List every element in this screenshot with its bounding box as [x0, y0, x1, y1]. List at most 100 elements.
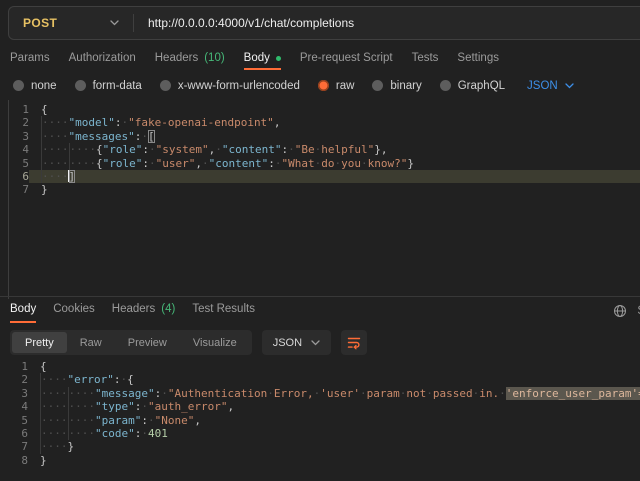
- radio-icon: [13, 80, 24, 91]
- response-tab-cookies-label: Cookies: [53, 303, 95, 315]
- request-tabs: Params Authorization Headers (10) Body Pre-re…: [10, 48, 499, 70]
- radio-icon: [440, 80, 451, 91]
- postman-dark-window: { "request": { "method": "POST", "url": …: [0, 0, 640, 477]
- body-mode-form-data[interactable]: form-data: [75, 80, 142, 92]
- code-line: 2····"model":·"fake-openai-endpoint",: [9, 116, 640, 129]
- divider: [133, 14, 134, 32]
- request-language-label: JSON: [527, 80, 558, 92]
- response-view-raw[interactable]: Raw: [67, 332, 115, 353]
- line-number: 5: [9, 157, 29, 170]
- code-line: 4········{"role":·"system",·"content":·"…: [9, 143, 640, 156]
- body-mode-binary[interactable]: binary: [372, 80, 421, 92]
- line-number: 2: [8, 373, 28, 386]
- chevron-down-icon: [565, 83, 574, 89]
- request-tab-params-label: Params: [10, 52, 50, 64]
- line-number: 7: [9, 183, 29, 196]
- code-line: 1{: [8, 360, 640, 373]
- response-tab-test-results-label: Test Results: [192, 303, 255, 315]
- globe-icon: [613, 304, 627, 318]
- response-tabs-right: S: [611, 302, 640, 320]
- radio-icon: [160, 80, 171, 91]
- response-tab-test-results[interactable]: Test Results: [192, 297, 255, 323]
- body-mode-raw[interactable]: raw: [318, 80, 355, 92]
- response-view-visualize[interactable]: Visualize: [180, 332, 250, 353]
- request-tab-pre-request-script-label: Pre-request Script: [300, 52, 393, 64]
- body-mode-label: GraphQL: [458, 80, 505, 92]
- line-number: 3: [9, 130, 29, 143]
- response-view-preview[interactable]: Preview: [115, 332, 180, 353]
- body-mode-label: x-www-form-urlencoded: [178, 80, 300, 92]
- wrap-lines-button[interactable]: [341, 330, 367, 355]
- response-language-dropdown[interactable]: JSON: [262, 330, 331, 355]
- tab-count: (10): [204, 52, 224, 64]
- line-number: 7: [8, 440, 28, 453]
- line-number: 4: [8, 400, 28, 413]
- code-line: 3····"messages":·[: [9, 130, 640, 143]
- url-input[interactable]: http://0.0.0.0:4000/v1/chat/completions: [148, 16, 354, 30]
- response-view-pretty[interactable]: Pretty: [12, 332, 67, 353]
- request-tab-authorization-label: Authorization: [69, 52, 136, 64]
- request-tab-tests-label: Tests: [412, 52, 439, 64]
- request-body-editor[interactable]: 1{2····"model":·"fake-openai-endpoint",3…: [8, 100, 640, 299]
- request-tab-tests[interactable]: Tests: [412, 48, 439, 70]
- request-tab-settings[interactable]: Settings: [457, 48, 499, 70]
- tab-count: (4): [161, 303, 175, 315]
- line-number: 5: [8, 414, 28, 427]
- response-tab-body-label: Body: [10, 303, 36, 315]
- line-number: 1: [9, 103, 29, 116]
- response-language-label: JSON: [273, 337, 302, 349]
- line-number: 4: [9, 143, 29, 156]
- response-toolbar: PrettyRawPreviewVisualize JSON: [10, 330, 367, 355]
- body-mode-x-www-form-urlencoded[interactable]: x-www-form-urlencoded: [160, 80, 300, 92]
- request-tab-pre-request-script[interactable]: Pre-request Script: [300, 48, 393, 70]
- radio-icon: [75, 80, 86, 91]
- response-view-switch: PrettyRawPreviewVisualize: [10, 330, 252, 355]
- request-tab-body[interactable]: Body: [244, 48, 281, 70]
- body-mode-graphql[interactable]: GraphQL: [440, 80, 505, 92]
- body-mode-label: form-data: [93, 80, 142, 92]
- body-mode-label: raw: [336, 80, 355, 92]
- code-line: 7····}: [8, 440, 640, 453]
- method-dropdown[interactable]: POST: [9, 7, 133, 39]
- response-tab-headers[interactable]: Headers (4): [112, 297, 176, 323]
- code-line: 5········{"role":·"user",·"content":·"Wh…: [9, 157, 640, 170]
- line-number: 1: [8, 360, 28, 373]
- request-tab-body-label: Body: [244, 52, 270, 64]
- body-mode-none[interactable]: none: [13, 80, 57, 92]
- wrap-text-icon: [347, 336, 361, 350]
- response-tab-cookies[interactable]: Cookies: [53, 297, 95, 323]
- request-tab-authorization[interactable]: Authorization: [69, 48, 136, 70]
- code-line: 8}: [8, 454, 640, 467]
- chevron-down-icon: [110, 20, 119, 26]
- network-info-button[interactable]: [611, 302, 629, 320]
- response-body-editor[interactable]: 1{2····"error":·{3········"message":·"Au…: [8, 356, 640, 481]
- request-tab-params[interactable]: Params: [10, 48, 50, 70]
- method-label: POST: [23, 16, 57, 30]
- code-line: 1{: [9, 103, 640, 116]
- radio-icon: [318, 80, 329, 91]
- request-url-bar: POST http://0.0.0.0:4000/v1/chat/complet…: [8, 6, 640, 40]
- code-line: 6········"code":·401: [8, 427, 640, 440]
- response-tabs: Body Cookies Headers (4) Test Results: [10, 297, 255, 323]
- line-number: 6: [9, 170, 29, 183]
- line-number: 6: [8, 427, 28, 440]
- code-line: 2····"error":·{: [8, 373, 640, 386]
- line-number: 8: [8, 454, 28, 467]
- unsaved-changes-dot-icon: [276, 56, 281, 61]
- body-mode-label: binary: [390, 80, 421, 92]
- chevron-down-icon: [311, 340, 320, 346]
- line-number: 2: [9, 116, 29, 129]
- code-line: 7}: [9, 183, 640, 196]
- response-tab-body[interactable]: Body: [10, 297, 36, 323]
- request-tab-headers[interactable]: Headers (10): [155, 48, 225, 70]
- request-language-dropdown[interactable]: JSON: [527, 80, 574, 92]
- response-tab-headers-label: Headers: [112, 303, 155, 315]
- code-line: 6····]: [9, 170, 640, 183]
- request-tab-headers-label: Headers: [155, 52, 198, 64]
- code-line: 4········"type":·"auth_error",: [8, 400, 640, 413]
- code-line: 5········"param":·"None",: [8, 414, 640, 427]
- radio-icon: [372, 80, 383, 91]
- body-mode-row: none form-data x-www-form-urlencoded raw bin…: [13, 75, 574, 96]
- body-mode-label: none: [31, 80, 57, 92]
- request-tab-settings-label: Settings: [457, 52, 499, 64]
